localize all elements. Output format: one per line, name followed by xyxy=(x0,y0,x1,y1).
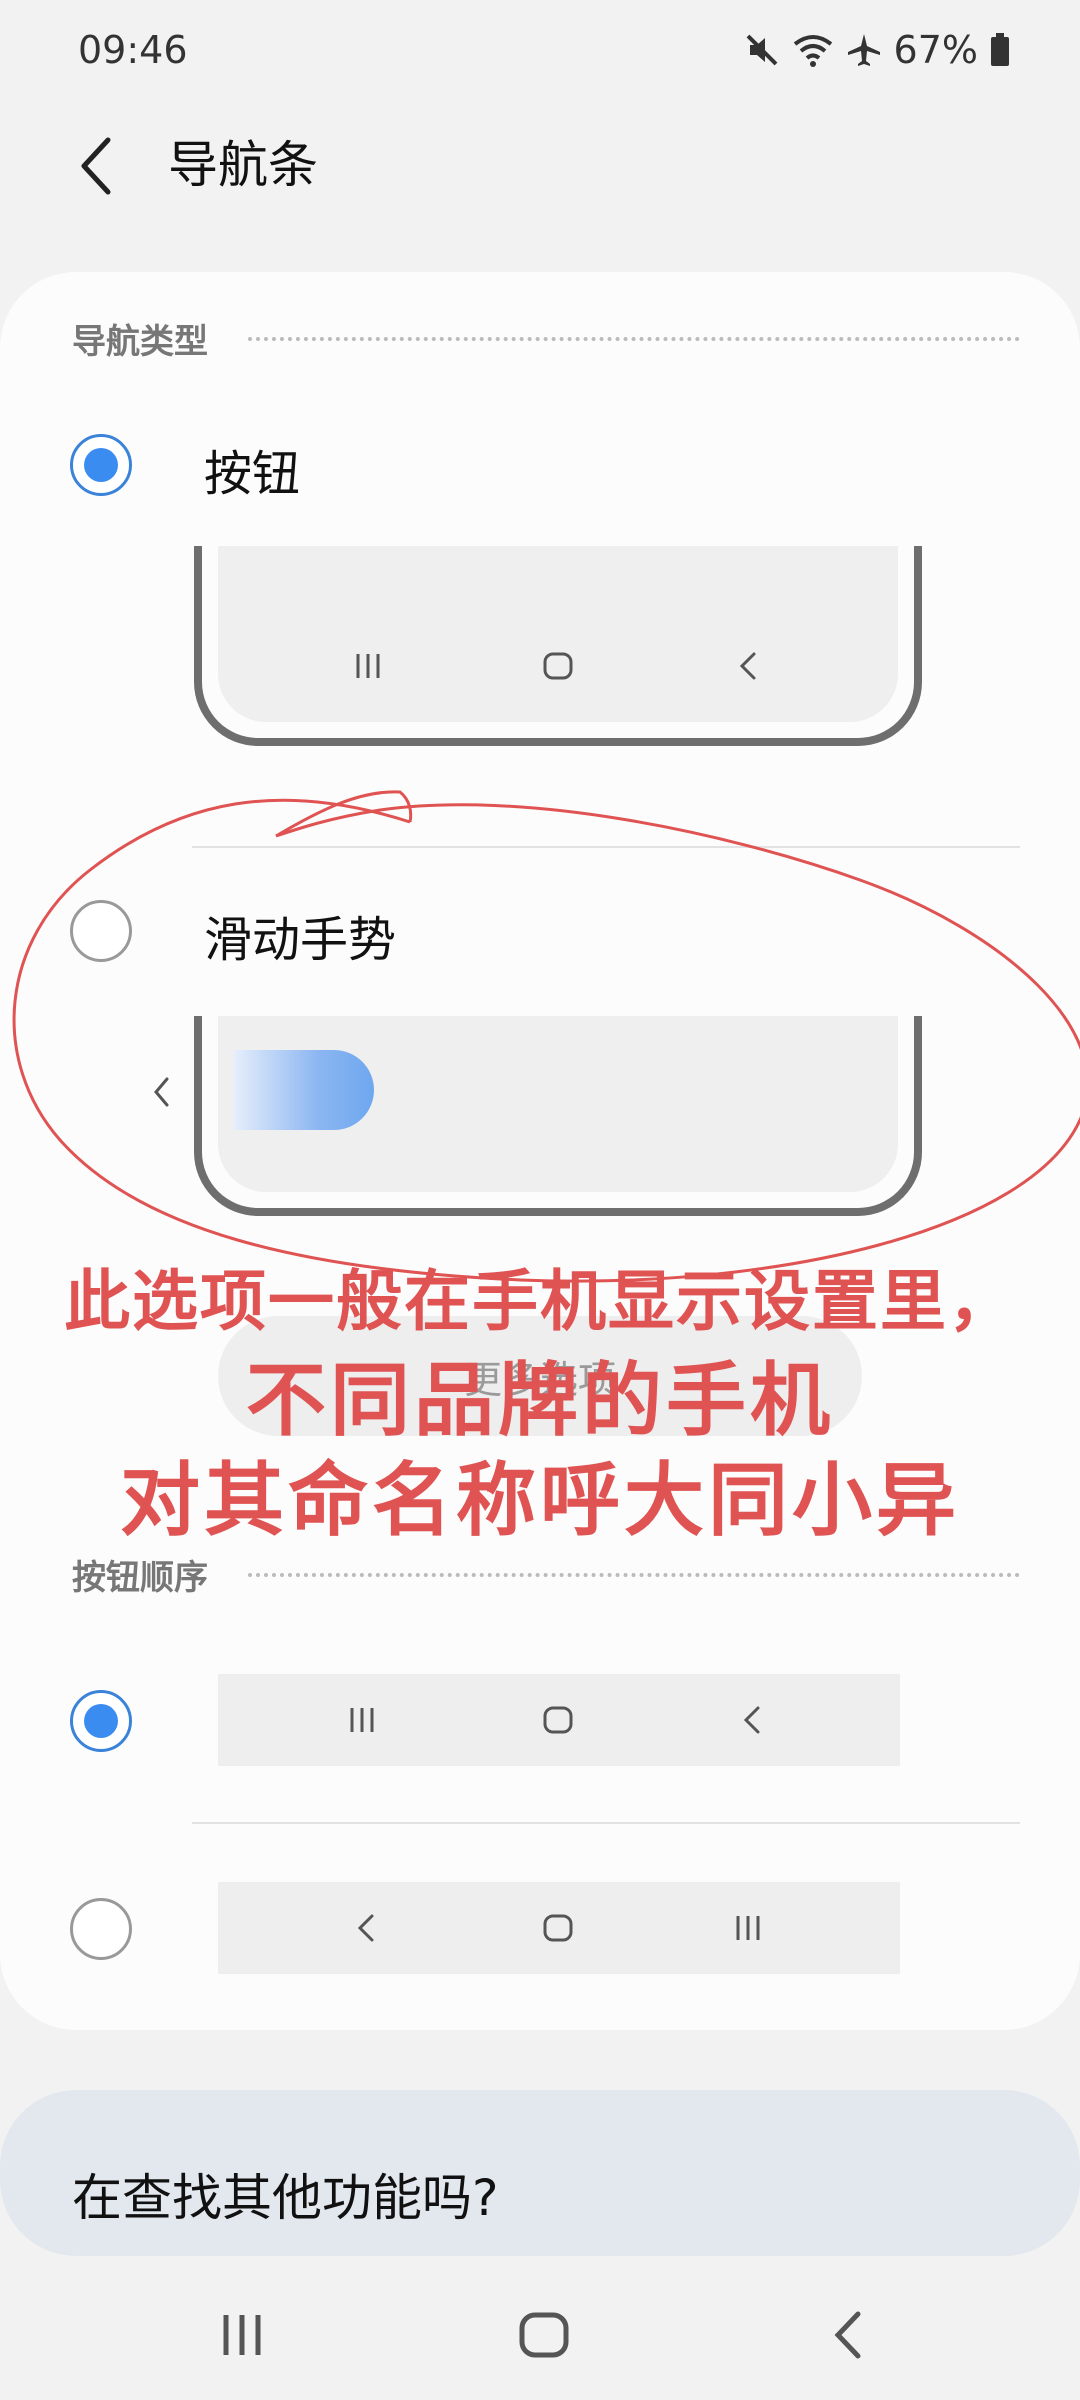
preview-screen xyxy=(218,1016,898,1192)
chevron-left-icon xyxy=(81,137,111,195)
more-options-button[interactable]: 更多选项 xyxy=(218,1316,862,1436)
app-bar: 导航条 xyxy=(0,110,1080,220)
option-label-gestures[interactable]: 滑动手势 xyxy=(204,900,396,970)
home-icon xyxy=(538,646,578,686)
radio-buttons-option[interactable] xyxy=(70,434,132,496)
back-icon xyxy=(728,646,768,686)
section-label: 按钮顺序 xyxy=(72,1558,208,1598)
back-hint-icon xyxy=(144,1072,180,1112)
section-header-button-order: 按钮顺序 xyxy=(72,1550,1020,1599)
battery-icon xyxy=(990,33,1010,67)
status-time: 09:46 xyxy=(78,28,188,72)
mute-icon xyxy=(744,32,780,68)
order-preview-1[interactable] xyxy=(218,1674,900,1766)
order-preview-2[interactable] xyxy=(218,1882,900,1974)
wifi-icon xyxy=(792,32,834,68)
home-icon xyxy=(538,1908,578,1948)
back-icon xyxy=(732,1700,772,1740)
radio-order-2[interactable] xyxy=(70,1898,132,1960)
recents-icon xyxy=(728,1908,768,1948)
suggestion-text: 在查找其他功能吗? xyxy=(72,2169,499,2227)
back-button[interactable] xyxy=(58,128,134,204)
home-icon xyxy=(538,1700,578,1740)
dotted-divider xyxy=(248,336,1020,341)
system-recents-button[interactable] xyxy=(192,2290,292,2380)
suggestion-card[interactable]: 在查找其他功能吗? xyxy=(0,2090,1080,2256)
back-icon xyxy=(834,2311,861,2359)
dotted-divider xyxy=(248,1572,1020,1577)
recents-icon xyxy=(348,646,388,686)
radio-order-1[interactable] xyxy=(70,1690,132,1752)
option-divider xyxy=(192,846,1020,848)
system-nav-bar xyxy=(0,2270,1080,2400)
status-icons: 67% xyxy=(744,24,1010,76)
page-title: 导航条 xyxy=(168,136,318,194)
radio-gesture-option[interactable] xyxy=(70,900,132,962)
system-back-button[interactable] xyxy=(798,2290,898,2380)
option-label-buttons[interactable]: 按钮 xyxy=(204,434,300,504)
home-icon xyxy=(519,2312,569,2358)
gesture-pill xyxy=(234,1050,374,1130)
back-icon xyxy=(346,1908,386,1948)
airplane-icon xyxy=(846,32,882,68)
screen: 09:46 67% 导航条 导航类型 按钮 滑动手势 更多选项 按钮顺序 在查找… xyxy=(0,0,1080,2400)
section-label: 导航类型 xyxy=(72,322,208,362)
option-divider xyxy=(192,1822,1020,1824)
recents-icon xyxy=(223,2315,261,2355)
buttons-preview xyxy=(194,546,922,746)
system-home-button[interactable] xyxy=(494,2290,594,2380)
battery-percent: 67% xyxy=(893,28,978,72)
gesture-preview xyxy=(194,1016,922,1216)
status-bar: 09:46 67% xyxy=(0,0,1080,100)
section-header-nav-type: 导航类型 xyxy=(72,314,1020,363)
recents-icon xyxy=(342,1700,382,1740)
preview-screen xyxy=(218,546,898,722)
settings-card: 导航类型 按钮 滑动手势 更多选项 按钮顺序 xyxy=(0,272,1080,2030)
